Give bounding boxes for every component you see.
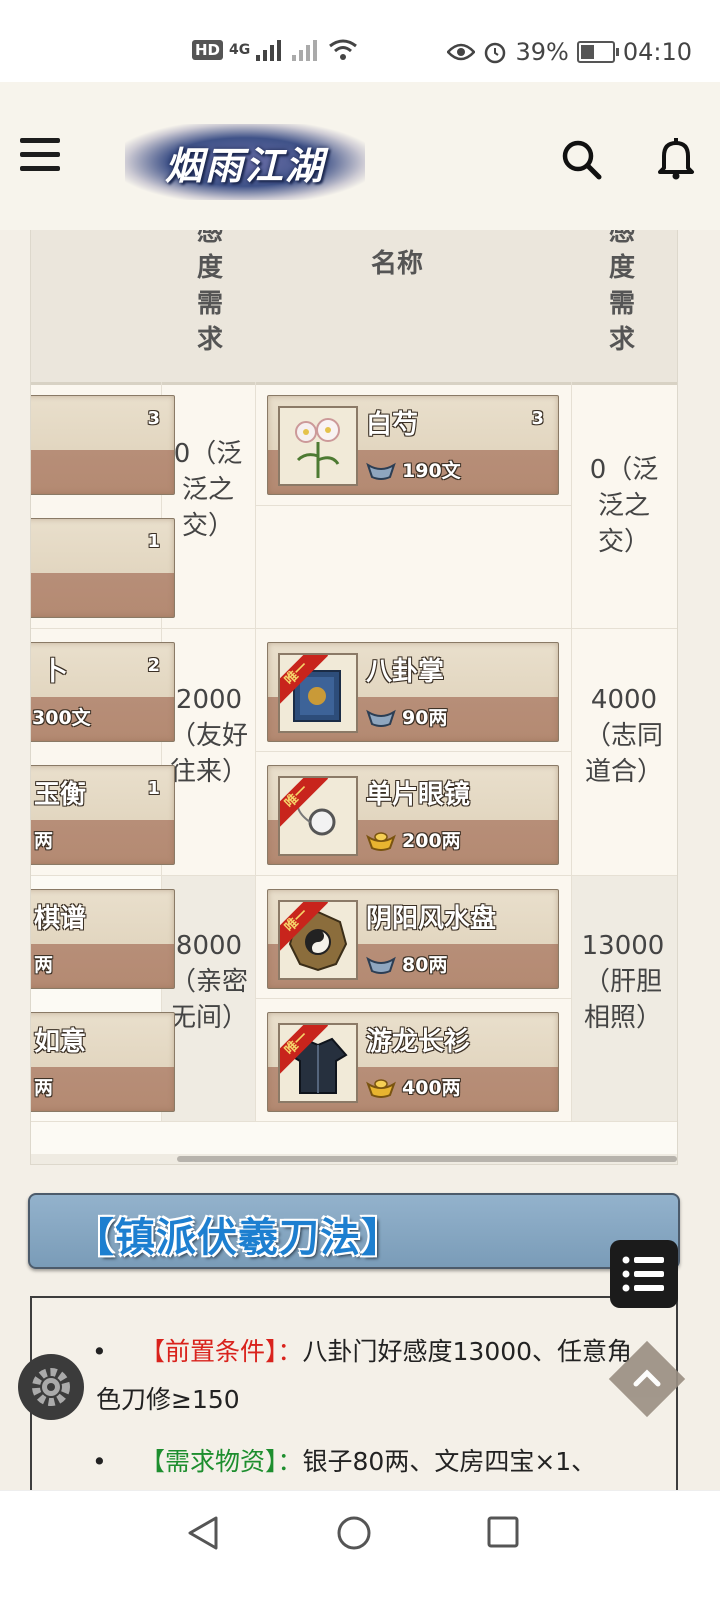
item-name: 游龙长衫 [366, 1027, 471, 1057]
item-name: 八卦掌 [366, 657, 445, 687]
item-qty: 3 [531, 408, 544, 429]
menu-icon[interactable] [20, 138, 60, 172]
back-to-top-button[interactable] [608, 1340, 686, 1418]
signal-indicators: HD 4G [192, 38, 358, 62]
header-req-right: 感度需求 [608, 230, 635, 355]
chevron-up-icon [633, 1369, 661, 1387]
system-nav-bar [0, 1490, 720, 1601]
status-bar: HD 4G 39% 04:10 [0, 0, 720, 82]
item-price: 90两 [402, 707, 448, 729]
favor-reward-table[interactable]: 感度需求 名称 感度需求 0（泛泛之交） 0（泛泛之交） 2000（友好往来） … [30, 230, 678, 1165]
compass-icon: 唯一 [278, 900, 358, 980]
item-card-baishao[interactable]: 白芍 3 190文 [267, 395, 559, 495]
item-name: 卜 [42, 657, 69, 687]
bullet-materials: • 【需求物资】：银子80两、文房四宝×1、 [92, 1438, 656, 1486]
bullet-dot: • [92, 1447, 107, 1476]
row-3-left-req: 8000（亲密无间） [169, 931, 248, 1033]
row-1-right-req: 0（泛泛之交） [589, 455, 659, 557]
left-item-card-4[interactable]: 玉衡 1 两 [31, 765, 175, 865]
bell-icon[interactable] [656, 136, 696, 180]
left-item-card-2[interactable]: 1 [31, 518, 175, 618]
settings-button[interactable] [18, 1354, 84, 1420]
item-price-row: 90两 [366, 703, 447, 730]
horizontal-scroll-thumb[interactable] [177, 1156, 677, 1162]
item-name: 白芍 [366, 410, 419, 440]
item-qty: 3 [147, 408, 160, 429]
gold-ingot-icon [366, 831, 396, 851]
signal-icon [256, 40, 282, 61]
clock: 04:10 [622, 38, 692, 66]
wifi-icon [329, 39, 358, 60]
item-card-monocle[interactable]: 唯一 单片眼镜 200两 [267, 765, 559, 865]
recents-icon[interactable] [486, 1515, 520, 1549]
back-icon[interactable] [186, 1515, 220, 1551]
item-price-row: 200两 [366, 826, 461, 853]
header-name: 名称 [371, 249, 424, 279]
row-3-right-req: 13000（肝胆相照） [581, 931, 665, 1033]
battery-icon [576, 41, 619, 63]
item-card-baguazhang[interactable]: 唯一 八卦掌 90两 [267, 642, 559, 742]
section-title: 【镇派伏羲刀法】 [74, 1215, 402, 1261]
section-banner: 【镇派伏羲刀法】 [28, 1193, 680, 1269]
toc-list-button[interactable] [610, 1240, 678, 1308]
list-icon [622, 1256, 664, 1292]
bullet-prerequisites: • 【前置条件】：八卦门好感度13000、任意角色刀修≥150 [92, 1328, 656, 1424]
site-header: 烟雨江湖 [0, 82, 720, 230]
item-name: 如意 [34, 1027, 87, 1057]
silver-icon [366, 462, 396, 480]
gear-icon [32, 1368, 70, 1406]
site-logo[interactable]: 烟雨江湖 [125, 124, 365, 200]
item-price: 两 [34, 954, 54, 976]
left-item-card-3[interactable]: 卜 2 300文 [31, 642, 175, 742]
signal-2-icon [292, 40, 318, 61]
home-icon[interactable] [336, 1515, 372, 1551]
row-1-left-req: 0（泛泛之交） [173, 439, 243, 541]
item-name: 单片眼镜 [366, 780, 471, 810]
item-qty: 2 [147, 655, 160, 676]
item-name: 棋谱 [34, 904, 87, 934]
left-item-card-6[interactable]: 如意 两 [31, 1012, 175, 1112]
network-type: 4G [229, 42, 251, 58]
item-price-row: 400两 [366, 1073, 461, 1100]
table-header: 感度需求 名称 感度需求 [31, 230, 677, 385]
item-price: 300文 [32, 707, 91, 729]
materials-label: 【需求物资】： [140, 1447, 303, 1476]
item-name: 阴阳风水盘 [366, 904, 497, 934]
left-item-card-1[interactable]: 乳 3 文 [31, 395, 175, 495]
item-qty: 1 [147, 778, 160, 799]
item-price-row: 190文 [366, 456, 461, 483]
row-2-right-req: 4000（志同道合） [584, 685, 663, 787]
item-price: 两 [34, 830, 54, 852]
battery-percent: 39% [515, 38, 569, 66]
bullet-dot: • [92, 1337, 107, 1366]
row-2-left-req: 2000（友好往来） [169, 685, 248, 787]
item-qty: 1 [147, 531, 160, 552]
item-price: 190文 [402, 460, 461, 482]
materials-text: 银子80两、文房四宝×1、 [302, 1447, 597, 1476]
silver-icon [366, 709, 396, 727]
herb-flower-icon [278, 406, 358, 486]
manual-book-icon: 唯一 [278, 653, 358, 733]
header-req-left: 感度需求 [196, 230, 223, 355]
prereq-label: 【前置条件】： [140, 1337, 303, 1366]
gold-ingot-icon [366, 1078, 396, 1098]
monocle-icon: 唯一 [278, 776, 358, 856]
silver-icon [366, 956, 396, 974]
search-icon[interactable] [560, 138, 602, 180]
item-price: 200两 [402, 830, 461, 852]
item-card-fengshui-compass[interactable]: 唯一 阴阳风水盘 80两 [267, 889, 559, 989]
logo-text: 烟雨江湖 [164, 142, 325, 188]
left-item-card-5[interactable]: 棋谱 两 [31, 889, 175, 989]
item-price: 80两 [402, 954, 448, 976]
item-price: 400两 [402, 1077, 461, 1099]
hd-icon: HD [192, 40, 224, 60]
alarm-icon [485, 42, 506, 64]
eye-icon [447, 43, 476, 61]
item-name: 玉衡 [34, 780, 87, 810]
robe-icon: 唯一 [278, 1023, 358, 1103]
item-price-row: 80两 [366, 950, 447, 977]
item-card-youlong-robe[interactable]: 唯一 游龙长衫 400两 [267, 1012, 559, 1112]
item-price: 两 [34, 1077, 54, 1099]
system-indicators: 39% 04:10 [447, 38, 692, 66]
